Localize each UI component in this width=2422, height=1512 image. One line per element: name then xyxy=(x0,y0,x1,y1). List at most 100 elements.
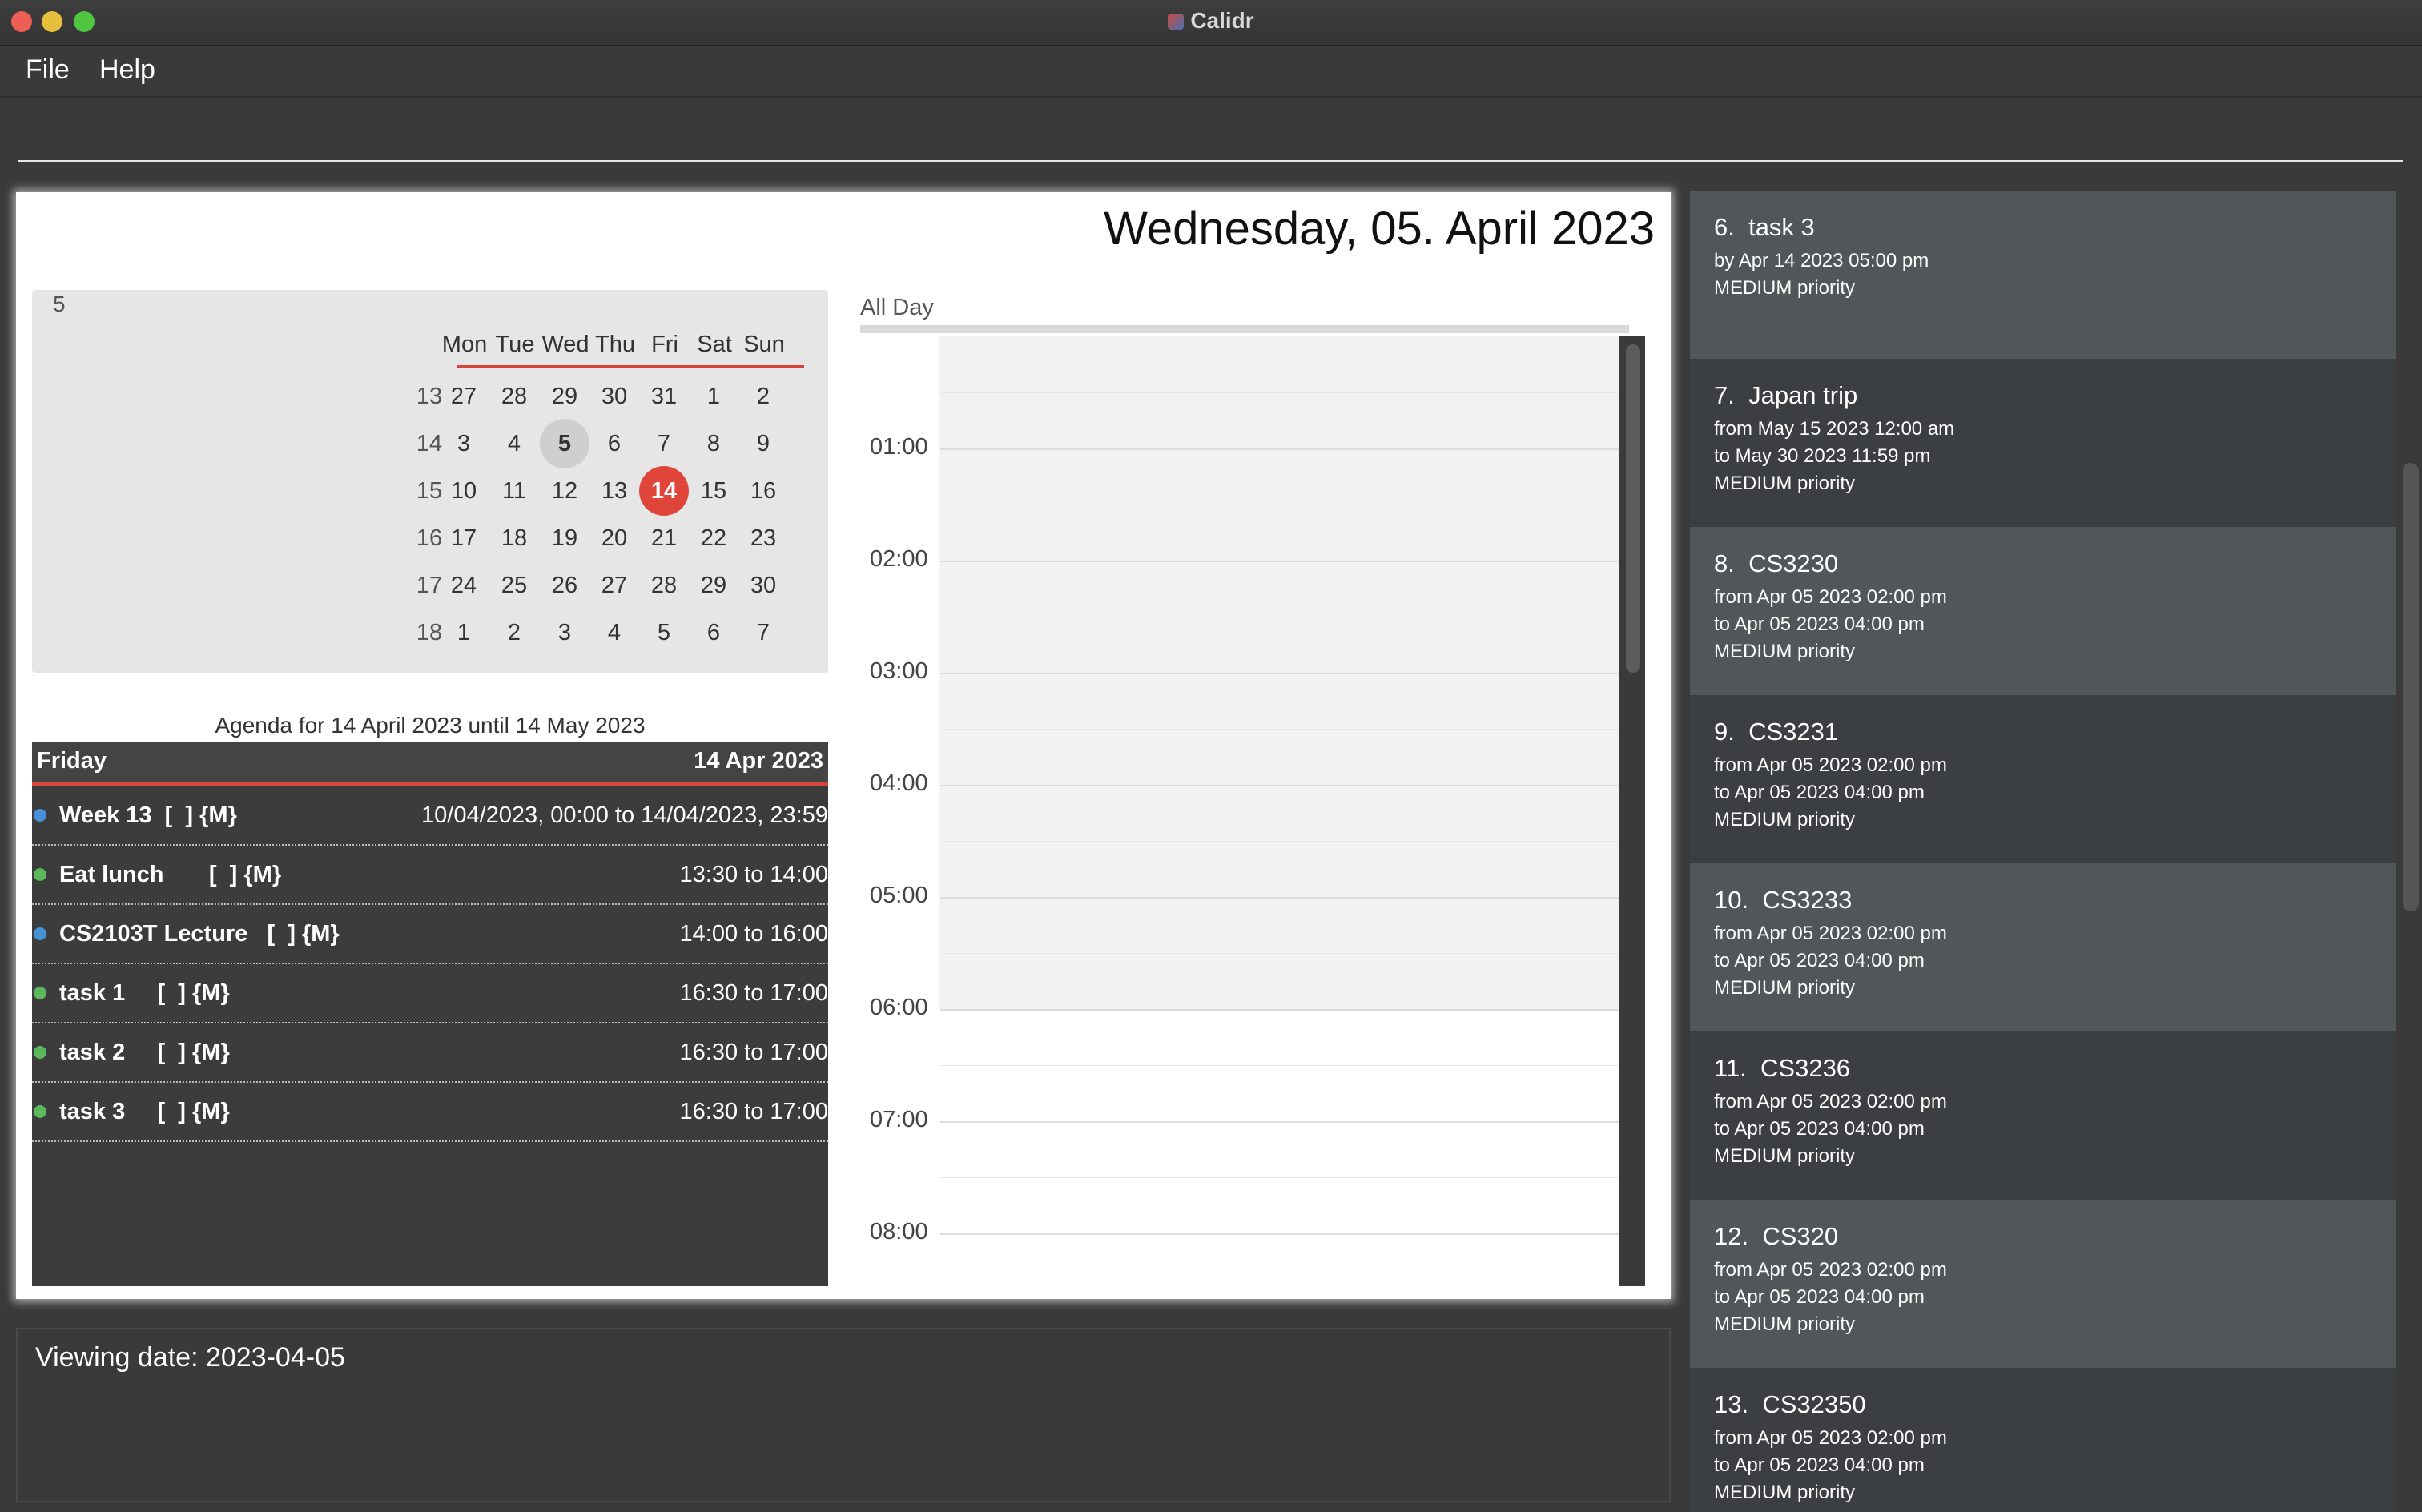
day-cell[interactable]: 25 xyxy=(489,561,539,610)
agenda-item[interactable]: task 1 [ ] {M} 16:30 to 17:00 xyxy=(32,964,828,1023)
task-detail: MEDIUM priority xyxy=(1714,1482,1856,1503)
menu-bar: File Help xyxy=(0,46,2422,98)
month-view: 5 13 27 28 29 30 31 1 2 14 3 4 5 6 7 8 9 15 10 11 12 13 14 15 1… xyxy=(32,290,828,673)
day-cell[interactable]: 28 xyxy=(489,372,539,421)
half-hour-line xyxy=(940,729,1626,730)
agenda-item[interactable]: task 2 [ ] {M} 16:30 to 17:00 xyxy=(32,1023,828,1083)
day-view-grid[interactable]: 01:00 02:00 03:00 04:00 05:00 06:00 07:00 08:00 xyxy=(860,336,1645,1286)
day-cell[interactable]: 16 xyxy=(738,466,788,516)
day-cell[interactable]: 21 xyxy=(639,513,689,563)
day-cell[interactable]: 18 xyxy=(489,513,539,563)
hour-label: 03:00 xyxy=(870,658,928,684)
agenda-item-dot xyxy=(34,1105,46,1118)
agenda-item-dot xyxy=(34,809,46,822)
task-detail: to Apr 05 2023 04:00 pm xyxy=(1714,1286,1925,1308)
hour-line xyxy=(940,561,1626,562)
day-cell[interactable]: 17 xyxy=(439,513,489,563)
menu-help[interactable]: Help xyxy=(99,54,155,86)
task-card[interactable]: 9. CS3231 from Apr 05 2023 02:00 pm to Apr… xyxy=(1690,695,2396,863)
day-cell[interactable]: 10 xyxy=(439,466,489,516)
day-cell[interactable]: 22 xyxy=(689,513,738,563)
task-title: 7. Japan trip xyxy=(1714,381,1858,409)
window-title-text: Calidr xyxy=(1190,8,1254,33)
task-card[interactable]: 7. Japan trip from May 15 2023 12:00 am to… xyxy=(1690,359,2396,527)
day-cell[interactable]: 11 xyxy=(489,466,539,516)
day-cell[interactable]: 3 xyxy=(439,419,489,468)
task-card[interactable]: 6. task 3 by Apr 14 2023 05:00 pm MEDIUM p… xyxy=(1690,191,2396,359)
task-detail: MEDIUM priority xyxy=(1714,809,1856,830)
task-detail: to Apr 05 2023 04:00 pm xyxy=(1714,613,1925,635)
task-detail: from Apr 05 2023 02:00 pm xyxy=(1714,923,1947,944)
all-day-bar[interactable] xyxy=(860,325,1629,333)
day-cell[interactable]: 9 xyxy=(738,419,788,468)
day-cell[interactable]: 2 xyxy=(738,372,788,421)
agenda-title: Agenda for 14 April 2023 until 14 May 20… xyxy=(215,713,646,738)
day-cell[interactable]: 2 xyxy=(489,608,539,657)
agenda-day: Friday xyxy=(37,748,107,774)
task-title: 9. CS3231 xyxy=(1714,718,1839,746)
day-view-scrollbar-thumb[interactable] xyxy=(1626,344,1640,673)
day-cell[interactable]: 26 xyxy=(540,561,589,610)
day-cell[interactable]: 14 xyxy=(639,466,689,516)
task-list[interactable]: 6. task 3 by Apr 14 2023 05:00 pm MEDIUM p… xyxy=(1690,175,2396,1512)
day-cell[interactable]: 8 xyxy=(689,419,738,468)
agenda-item-name: Eat lunch [ ] {M} xyxy=(59,862,282,887)
day-cell[interactable]: 6 xyxy=(589,419,639,468)
weekday-header: Mon xyxy=(441,332,488,357)
weekday-header: Wed xyxy=(541,332,589,357)
day-cell[interactable]: 23 xyxy=(738,513,788,563)
day-cell[interactable]: 7 xyxy=(639,419,689,468)
task-card[interactable]: 13. CS32350 from Apr 05 2023 02:00 pm to A… xyxy=(1690,1368,2396,1512)
agenda-item-time: 16:30 to 17:00 xyxy=(679,1099,828,1124)
day-cell[interactable]: 19 xyxy=(540,513,589,563)
day-cell[interactable]: 27 xyxy=(439,372,489,421)
agenda-item[interactable]: Eat lunch [ ] {M} 13:30 to 14:00 xyxy=(32,846,828,905)
task-list-scrollbar-thumb[interactable] xyxy=(2403,463,2419,911)
day-cell[interactable]: 13 xyxy=(589,466,639,516)
day-cell[interactable]: 24 xyxy=(439,561,489,610)
day-cell[interactable]: 27 xyxy=(589,561,639,610)
result-text: Viewing date: 2023-04-05 xyxy=(35,1342,345,1373)
day-cell[interactable]: 30 xyxy=(738,561,788,610)
task-card[interactable]: 10. CS3233 from Apr 05 2023 02:00 pm to Ap… xyxy=(1690,863,2396,1031)
agenda-item[interactable]: CS2103T Lecture [ ] {M} 14:00 to 16:00 xyxy=(32,905,828,964)
half-hour-line xyxy=(940,1177,1626,1178)
agenda-item[interactable]: Week 13 [ ] {M} 10/04/2023, 00:00 to 14/0… xyxy=(32,786,828,846)
task-card[interactable]: 8. CS3230 from Apr 05 2023 02:00 pm to Apr… xyxy=(1690,527,2396,695)
day-cell[interactable]: 12 xyxy=(540,466,589,516)
day-cell[interactable]: 29 xyxy=(689,561,738,610)
task-card[interactable]: 12. CS320 from Apr 05 2023 02:00 pm to Apr… xyxy=(1690,1200,2396,1368)
hour-line xyxy=(940,1121,1626,1123)
day-cell[interactable]: 3 xyxy=(540,608,589,657)
day-cell[interactable]: 1 xyxy=(689,372,738,421)
day-cell[interactable]: 4 xyxy=(589,608,639,657)
hour-line xyxy=(940,673,1626,674)
weekday-header: Sun xyxy=(743,332,785,357)
day-cell[interactable]: 5 xyxy=(639,608,689,657)
day-cell[interactable]: 30 xyxy=(589,372,639,421)
day-cell[interactable]: 31 xyxy=(639,372,689,421)
day-cell[interactable]: 1 xyxy=(439,608,489,657)
menu-file[interactable]: File xyxy=(26,54,70,86)
day-cell[interactable]: 15 xyxy=(689,466,738,516)
hour-line xyxy=(940,1233,1626,1235)
agenda-item[interactable]: task 3 [ ] {M} 16:30 to 17:00 xyxy=(32,1083,828,1142)
agenda-item-dot xyxy=(34,987,46,999)
agenda-item-time: 16:30 to 17:00 xyxy=(679,980,828,1006)
day-cell[interactable]: 7 xyxy=(738,608,788,657)
day-cell[interactable]: 28 xyxy=(639,561,689,610)
day-cell[interactable]: 4 xyxy=(489,419,539,468)
task-detail: MEDIUM priority xyxy=(1714,1145,1856,1167)
command-input[interactable] xyxy=(18,106,2403,162)
agenda-header: Friday 14 Apr 2023 xyxy=(32,742,828,786)
day-cell[interactable]: 20 xyxy=(589,513,639,563)
result-display: Viewing date: 2023-04-05 xyxy=(16,1328,1671,1502)
day-cell[interactable]: 6 xyxy=(689,608,738,657)
day-view-scrollbar[interactable] xyxy=(1619,336,1645,1286)
agenda-item-dot xyxy=(34,1046,46,1059)
task-card[interactable]: 11. CS3236 from Apr 05 2023 02:00 pm to Ap… xyxy=(1690,1031,2396,1200)
day-cell[interactable]: 29 xyxy=(540,372,589,421)
day-cell[interactable]: 5 xyxy=(540,419,589,468)
weekday-header: Thu xyxy=(595,332,635,357)
task-list-scrollbar[interactable] xyxy=(2400,175,2422,1512)
